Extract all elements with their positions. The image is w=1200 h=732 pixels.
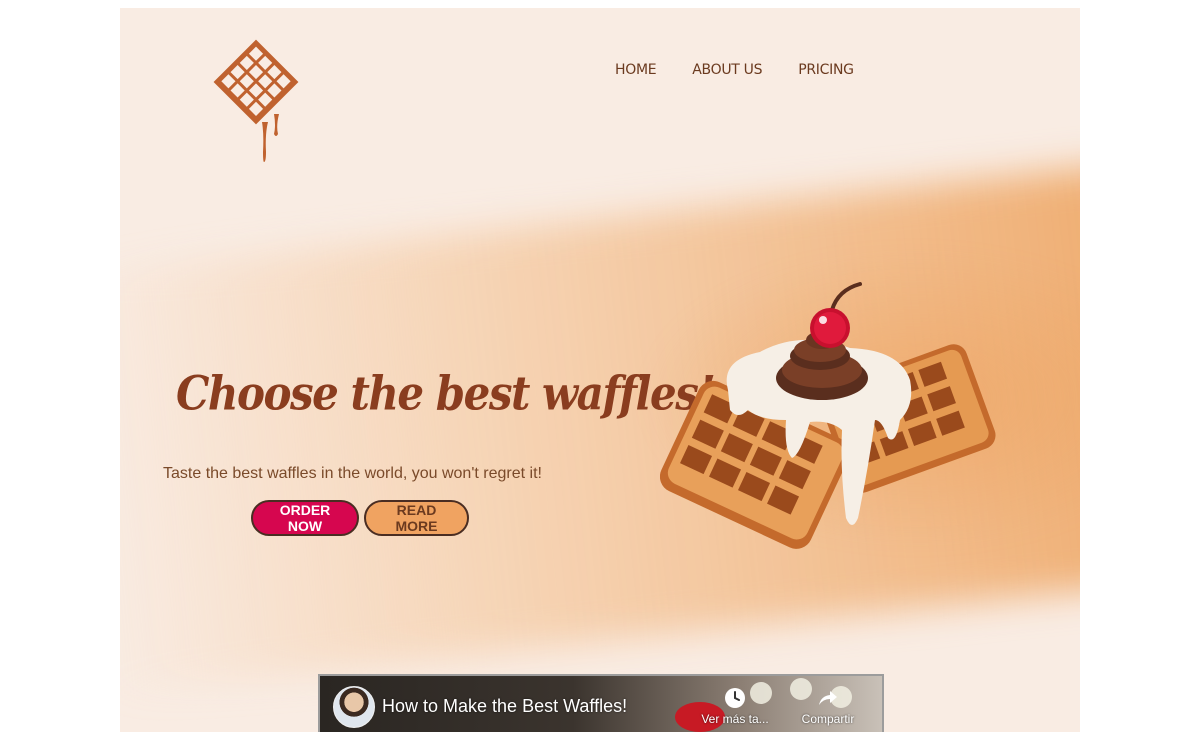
nav-home-link[interactable]: HOME bbox=[615, 62, 657, 78]
clock-icon bbox=[725, 688, 745, 708]
nav-pricing-link[interactable]: PRICING bbox=[798, 62, 854, 78]
video-embed[interactable]: How to Make the Best Waffles! Ver más ta… bbox=[318, 674, 884, 732]
video-title[interactable]: How to Make the Best Waffles! bbox=[382, 696, 627, 717]
waffle-illustration bbox=[659, 270, 1010, 560]
page: HOME ABOUT US PRICING Choose the best wa… bbox=[120, 8, 1080, 732]
order-now-button[interactable]: ORDER NOW bbox=[251, 500, 359, 536]
share-button[interactable]: Compartir bbox=[788, 686, 868, 726]
hero-title: Choose the best waffles! bbox=[176, 366, 716, 421]
channel-avatar[interactable] bbox=[333, 686, 375, 728]
waffle-logo-icon[interactable] bbox=[206, 34, 306, 166]
hero-subtitle: Taste the best waffles in the world, you… bbox=[163, 465, 542, 482]
watch-later-button[interactable]: Ver más ta... bbox=[690, 686, 780, 726]
share-label: Compartir bbox=[801, 712, 855, 726]
main-nav: HOME ABOUT US PRICING bbox=[615, 62, 854, 78]
read-more-button[interactable]: READ MORE bbox=[364, 500, 469, 536]
nav-about-us-link[interactable]: ABOUT US bbox=[692, 62, 762, 78]
share-arrow-icon bbox=[819, 691, 837, 705]
watch-later-label: Ver más ta... bbox=[701, 712, 769, 726]
